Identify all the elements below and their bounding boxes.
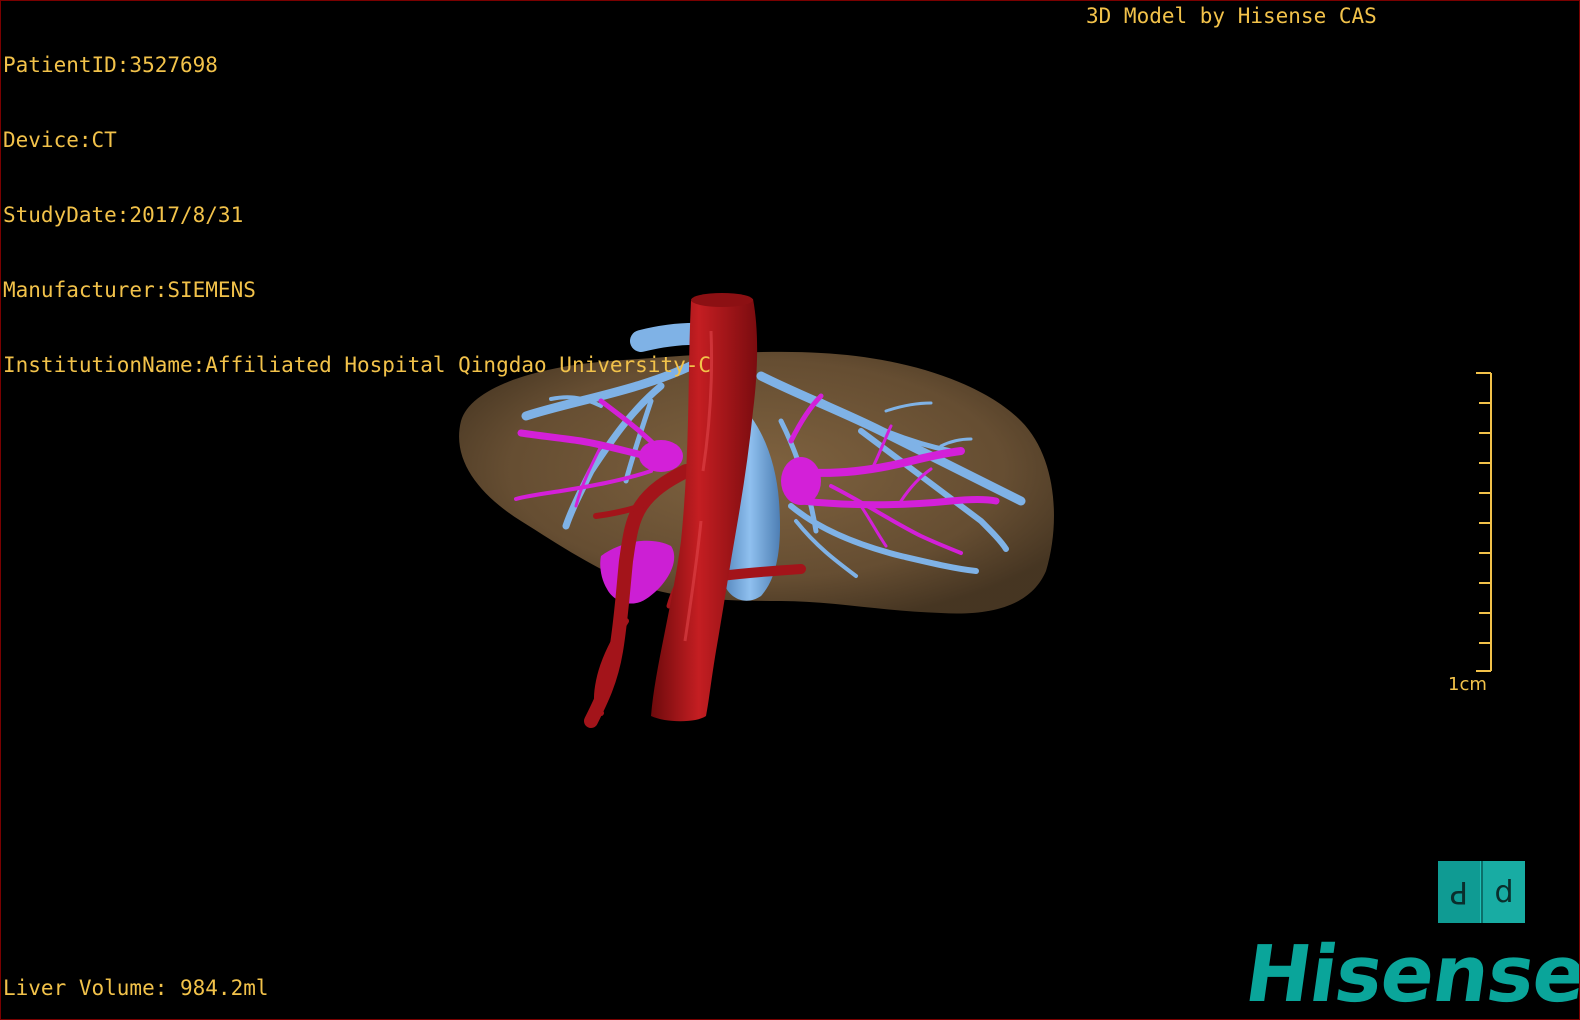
model-credit-text: 3D Model by Hisense CAS (1086, 4, 1377, 28)
orientation-cube[interactable]: P d (1438, 861, 1525, 923)
scale-bar-label: 1cm (1448, 674, 1487, 695)
portal-vein-main (600, 540, 675, 604)
device-text: Device:CT (3, 128, 117, 152)
3d-viewport[interactable]: PatientID:3527698 Device:CT StudyDate:20… (0, 0, 1580, 1020)
hepatic-vein-confluence (639, 440, 683, 472)
institution-text: InstitutionName:Affiliated Hospital Qing… (3, 353, 712, 377)
liver-volume-text: Liver Volume: 984.2ml (3, 976, 269, 1000)
study-date-text: StudyDate:2017/8/31 (3, 203, 244, 227)
patient-id-text: PatientID:3527698 (3, 53, 218, 77)
orientation-face-right: d (1481, 861, 1525, 923)
orientation-face-left: P (1438, 861, 1481, 923)
patient-info-overlay: PatientID:3527698 Device:CT StudyDate:20… (3, 3, 711, 428)
hisense-logo: Hisense (1239, 930, 1580, 1020)
manufacturer-text: Manufacturer:SIEMENS (3, 278, 256, 302)
scale-bar (1476, 372, 1492, 672)
hepatic-vein-confluence-right (781, 457, 821, 505)
